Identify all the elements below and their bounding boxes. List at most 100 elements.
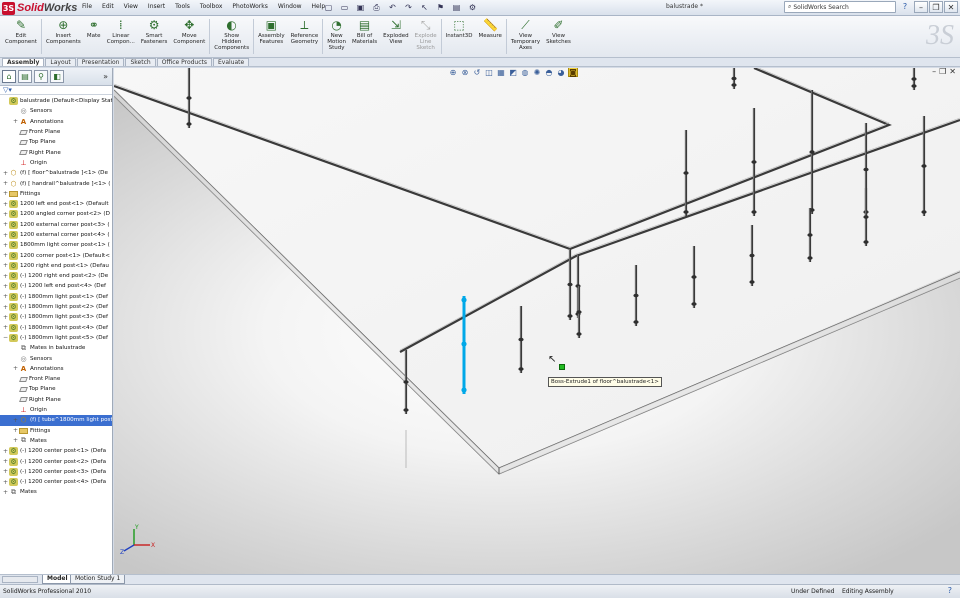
tree-item[interactable]: + ⚙ (-) 1200 center post<4> (Defa: [0, 477, 112, 487]
menu-item-toolbox[interactable]: Toolbox: [196, 2, 227, 11]
edit-appearance-icon[interactable]: ✺: [532, 68, 542, 77]
tree-item[interactable]: Right Plane: [0, 395, 112, 405]
expand-icon[interactable]: +: [2, 211, 9, 218]
tab-presentation[interactable]: Presentation: [76, 58, 125, 66]
menu-item-insert[interactable]: Insert: [144, 2, 169, 11]
expand-icon[interactable]: +: [2, 314, 9, 321]
tree-item[interactable]: ⚙ balustrade (Default<Display State-: [0, 96, 112, 106]
expand-icon[interactable]: +: [2, 273, 9, 280]
tree-item[interactable]: + ⚙ 1800mm light corner post<1> (: [0, 240, 112, 250]
restore-icon[interactable]: ❐: [929, 1, 943, 13]
tree-item[interactable]: + ⬡ (f) [ handrail^balustrade ]<1> (: [0, 178, 112, 188]
expand-icon[interactable]: +: [2, 232, 9, 239]
expand-icon[interactable]: +: [2, 324, 9, 331]
search-box[interactable]: ⌕ SolidWorks Search: [784, 1, 896, 13]
explode-line-sketch-button[interactable]: ⤡ Explode Line Sketch: [412, 16, 440, 57]
realview-icon[interactable]: ◙: [568, 68, 578, 77]
status-help-icon[interactable]: ?: [948, 586, 952, 595]
viewport-minimize-icon[interactable]: –: [932, 68, 936, 76]
tree-item[interactable]: + ⧉ Mates: [0, 436, 112, 446]
tree-item[interactable]: + Fittings: [0, 189, 112, 199]
linear-component-button[interactable]: ⁞ Linear Compon...: [104, 16, 138, 57]
tree-item[interactable]: ◎ Sensors: [0, 353, 112, 363]
file-properties-icon[interactable]: ▤: [450, 2, 463, 13]
viewport-restore-icon[interactable]: ❐: [939, 68, 946, 76]
tree-item[interactable]: + ⚙ (-) 1800mm light post<2> (Def: [0, 302, 112, 312]
menu-item-photoworks[interactable]: PhotoWorks: [228, 2, 271, 11]
tree-item[interactable]: + ⚙ (-) 1200 center post<3> (Defa: [0, 467, 112, 477]
instant3d-button[interactable]: ⬚ Instant3D: [443, 16, 476, 57]
tree-item[interactable]: Front Plane: [0, 374, 112, 384]
tree-item[interactable]: + ⚙ 1200 corner post<1> (Default<: [0, 250, 112, 260]
tree-item[interactable]: Top Plane: [0, 384, 112, 394]
assembly-features-button[interactable]: ▣ Assembly Features: [255, 16, 288, 57]
assembly-scene[interactable]: [114, 68, 960, 574]
edit-component-button[interactable]: ✎ Edit Component: [2, 16, 40, 57]
expand-icon[interactable]: +: [2, 448, 9, 455]
tree-item[interactable]: Top Plane: [0, 137, 112, 147]
menu-item-window[interactable]: Window: [274, 2, 306, 11]
save-icon[interactable]: ▣: [354, 2, 367, 13]
tree-item[interactable]: + ⚙ (-) 1800mm light post<1> (Def: [0, 292, 112, 302]
expand-icon[interactable]: +: [12, 365, 19, 372]
tree-item[interactable]: + ⚙ (-) 1200 center post<2> (Defa: [0, 456, 112, 466]
view-orientation-icon[interactable]: ▦: [496, 68, 506, 77]
view-temporary-axes-button[interactable]: ⟋ View Temporary Axes: [508, 16, 543, 57]
tree-item[interactable]: + ⚙ (-) 1800mm light post<4> (Def: [0, 323, 112, 333]
menu-item-edit[interactable]: Edit: [98, 2, 118, 11]
tree-item[interactable]: + ⚙ (-) 1200 right end post<2> (De: [0, 271, 112, 281]
feature-manager-tree-icon[interactable]: ⌂: [2, 70, 16, 83]
expand-icon[interactable]: +: [2, 293, 9, 300]
tab-layout[interactable]: Layout: [45, 58, 76, 66]
tree-item[interactable]: ⧉ Mates in balustrade: [0, 343, 112, 353]
measure-button[interactable]: 📏 Measure: [476, 16, 505, 57]
tree-item[interactable]: + ⚙ (-) 1200 left end post<4> (Def: [0, 281, 112, 291]
view-settings-icon[interactable]: ◕: [556, 68, 566, 77]
menu-item-tools[interactable]: Tools: [171, 2, 194, 11]
section-view-icon[interactable]: ◫: [484, 68, 494, 77]
display-manager-icon[interactable]: ◧: [50, 70, 64, 83]
tree-item[interactable]: + ⚙ (-) 1800mm light post<3> (Def: [0, 312, 112, 322]
tree-filter[interactable]: ▽▾: [0, 86, 112, 95]
tree-item[interactable]: − ⚙ (-) 1800mm light post<5> (Def: [0, 333, 112, 343]
expand-icon[interactable]: +: [2, 252, 9, 259]
close-icon[interactable]: ✕: [944, 1, 958, 13]
rebuild-icon[interactable]: ⚑: [434, 2, 447, 13]
expand-icon[interactable]: +: [12, 437, 19, 444]
tree-item[interactable]: ⊥ Origin: [0, 158, 112, 168]
exploded-view-button[interactable]: ⇲ Exploded View: [380, 16, 411, 57]
menu-item-view[interactable]: View: [120, 2, 142, 11]
smart-fasteners-button[interactable]: ⚙ Smart Fasteners: [138, 16, 170, 57]
help-icon[interactable]: ?: [898, 2, 912, 13]
expand-icon[interactable]: +: [12, 427, 19, 434]
tree-item[interactable]: + ⬡ (f) [ floor^balustrade ]<1> (De: [0, 168, 112, 178]
zoom-to-fit-icon[interactable]: ⊕: [448, 68, 458, 77]
insert-components-button[interactable]: ⊕ Insert Components: [43, 16, 84, 57]
expand-icon[interactable]: +: [2, 201, 9, 208]
tree-item[interactable]: + ⚙ 1200 external corner post<4> (: [0, 230, 112, 240]
tree-item[interactable]: Front Plane: [0, 127, 112, 137]
expand-icon[interactable]: +: [2, 283, 9, 290]
panel-flyout-icon[interactable]: »: [103, 72, 112, 81]
tree-item[interactable]: + A Annotations: [0, 117, 112, 127]
bill-of-materials-button[interactable]: ▤ Bill of Materials: [349, 16, 380, 57]
hide-show-items-icon[interactable]: ◍: [520, 68, 530, 77]
move-component-button[interactable]: ✥ Move Component: [170, 16, 208, 57]
graphics-viewport[interactable]: ⊕ ⊗ ↺ ◫ ▦ ◩ ◍ ✺ ◓ ◕ ◙ – ❐ ✕ ↖ Boss-Extru…: [114, 68, 960, 574]
zoom-to-area-icon[interactable]: ⊗: [460, 68, 470, 77]
tab-evaluate[interactable]: Evaluate: [213, 58, 250, 66]
expand-icon[interactable]: +: [2, 190, 9, 197]
undo-icon[interactable]: ↶: [386, 2, 399, 13]
floor-slab-top[interactable]: [114, 68, 960, 468]
mate-button[interactable]: ⚭ Mate: [84, 16, 104, 57]
expand-icon[interactable]: +: [12, 417, 19, 424]
tree-item[interactable]: + ⬡ (f) [ tube^1800mm light post: [0, 415, 112, 426]
previous-view-icon[interactable]: ↺: [472, 68, 482, 77]
new-document-icon[interactable]: ▢: [322, 2, 335, 13]
open-icon[interactable]: ▭: [338, 2, 351, 13]
display-style-icon[interactable]: ◩: [508, 68, 518, 77]
tree-item[interactable]: + ⚙ 1200 left end post<1> (Default: [0, 199, 112, 209]
tree-item[interactable]: + ⚙ 1200 external corner post<3> (: [0, 220, 112, 230]
solidworks-logo[interactable]: 3S SolidWorks: [2, 1, 77, 15]
apply-scene-icon[interactable]: ◓: [544, 68, 554, 77]
